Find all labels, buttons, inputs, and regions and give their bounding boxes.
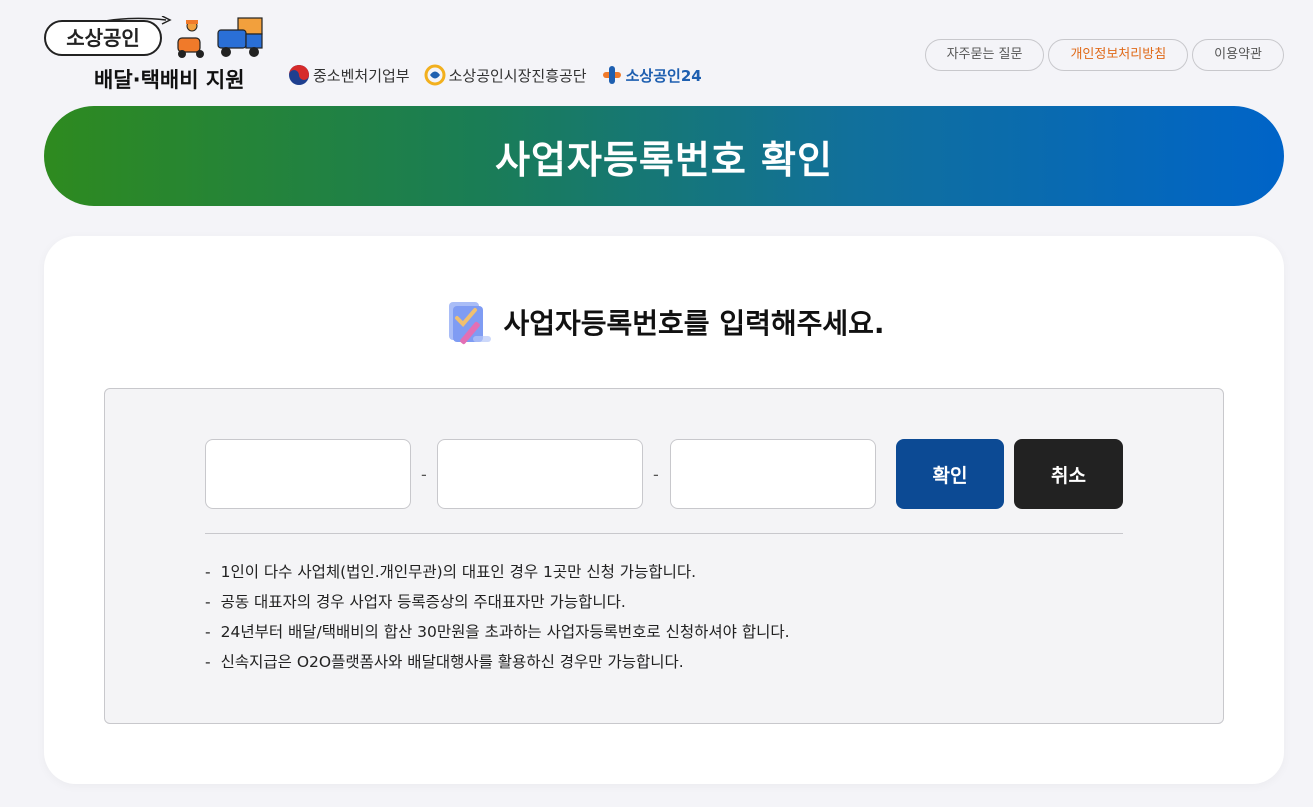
site-logo[interactable]: 소상공인 배달·택배비 지원 <box>44 16 274 92</box>
business-number-part1-input[interactable] <box>205 439 411 509</box>
page-banner: 사업자등록번호 확인 <box>44 106 1284 206</box>
separator-dash: - <box>653 465 659 484</box>
org-mss-label: 중소벤처기업부 <box>313 66 410 85</box>
notice-item: 공동 대표자의 경우 사업자 등록증상의 주대표자만 가능합니다. <box>205 587 790 617</box>
logo-bottom-text: 배달·택배비 지원 <box>94 68 245 92</box>
cancel-button[interactable]: 취소 <box>1014 439 1123 509</box>
confirm-button[interactable]: 확인 <box>896 439 1004 509</box>
organization-logos: 중소벤처기업부 소상공인시장진흥공단 소상공인24 <box>288 63 716 87</box>
org-sosang24[interactable]: 소상공인24 <box>601 64 702 86</box>
business-number-form: - - 확인 취소 1인이 다수 사업체(법인.개인무관)의 대표인 경우 1곳… <box>104 388 1224 724</box>
org-semas-label: 소상공인시장진흥공단 <box>448 66 587 85</box>
terms-link[interactable]: 이용약관 <box>1192 39 1284 71</box>
top-links: 자주묻는 질문 개인정보처리방침 이용약관 <box>921 39 1284 71</box>
org-sosang24-label: 소상공인24 <box>625 66 702 85</box>
org-mss[interactable]: 중소벤처기업부 <box>288 64 410 86</box>
semas-emblem-icon <box>424 64 446 86</box>
business-number-part2-input[interactable] <box>437 439 643 509</box>
org-semas[interactable]: 소상공인시장진흥공단 <box>424 64 587 86</box>
notice-item: 24년부터 배달/택배비의 합산 30만원을 초과하는 사업자등록번호로 신청하… <box>205 617 790 647</box>
site-header: 소상공인 배달·택배비 지원 중소벤처기업부 소상공인시장진흥공단 소상공인24… <box>0 0 1313 100</box>
logo-top-text: 소상공인 <box>44 20 162 56</box>
delivery-truck-icon <box>177 17 263 58</box>
form-heading: 사업자등록번호를 입력해주세요. <box>44 294 1284 350</box>
taegeuk-emblem-icon <box>289 65 309 85</box>
notice-item: 1인이 다수 사업체(법인.개인무관)의 대표인 경우 1곳만 신청 가능합니다… <box>205 557 790 587</box>
business-number-part3-input[interactable] <box>670 439 876 509</box>
form-divider <box>205 533 1123 534</box>
faq-link[interactable]: 자주묻는 질문 <box>924 39 1045 71</box>
form-heading-text: 사업자등록번호를 입력해주세요. <box>503 307 885 340</box>
sosang24-logo-icon <box>602 66 621 84</box>
page-title: 사업자등록번호 확인 <box>495 137 833 182</box>
notice-list: 1인이 다수 사업체(법인.개인무관)의 대표인 경우 1곳만 신청 가능합니다… <box>205 557 790 677</box>
form-card: 사업자등록번호를 입력해주세요. - - 확인 취소 1인이 다수 사업체(법인… <box>44 236 1284 784</box>
separator-dash: - <box>421 465 427 484</box>
document-pen-icon <box>449 302 492 345</box>
notice-item: 신속지급은 O2O플랫폼사와 배달대행사를 활용하신 경우만 가능합니다. <box>205 647 790 677</box>
privacy-policy-link[interactable]: 개인정보처리방침 <box>1048 39 1189 71</box>
